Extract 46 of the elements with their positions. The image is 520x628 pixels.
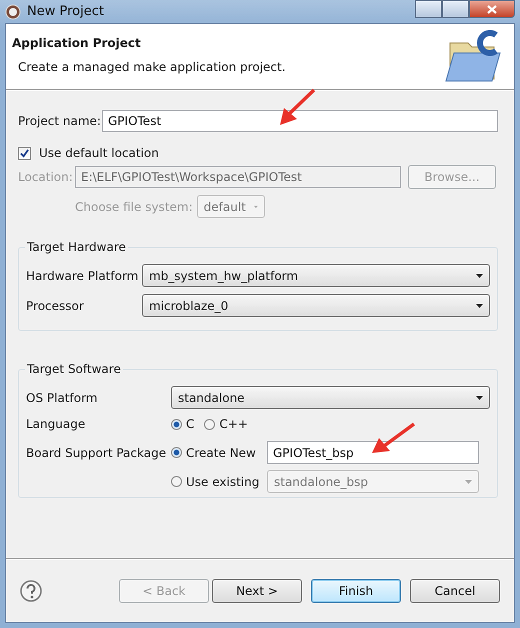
caret-icon bbox=[476, 304, 483, 308]
close-button[interactable] bbox=[469, 0, 515, 18]
checkbox-label[interactable]: Use default location bbox=[39, 146, 159, 160]
caret-icon bbox=[465, 480, 472, 484]
radio-label[interactable]: Create New bbox=[186, 446, 256, 460]
radio-button[interactable] bbox=[171, 447, 182, 458]
field-label: Hardware Platform bbox=[26, 268, 140, 282]
page-description: Create a managed make application project. bbox=[17, 60, 286, 74]
close-icon bbox=[487, 4, 497, 14]
checkbox[interactable] bbox=[18, 146, 31, 160]
field-label: Location: bbox=[18, 170, 74, 184]
dropdown[interactable]: mb_system_hw_platform bbox=[142, 264, 490, 287]
radio-label[interactable]: C bbox=[186, 417, 194, 431]
caret-icon bbox=[476, 274, 483, 278]
dropdown[interactable]: standalone_bsp bbox=[267, 470, 479, 493]
dialog-button[interactable]: Cancel bbox=[410, 579, 500, 603]
arrow-drawing bbox=[280, 88, 316, 125]
dialog-button[interactable]: Finish bbox=[311, 579, 401, 603]
check-icon bbox=[20, 148, 29, 158]
page-title: Application Project bbox=[12, 36, 142, 50]
window-title: New Project bbox=[27, 4, 104, 19]
arrow-drawing bbox=[372, 422, 416, 453]
field-label: OS Platform bbox=[26, 390, 98, 404]
app-logo-icon bbox=[5, 4, 21, 20]
radio-button[interactable] bbox=[204, 418, 216, 430]
radio-label[interactable]: Use existing bbox=[186, 474, 260, 488]
radio-button[interactable] bbox=[171, 476, 182, 487]
radio-button[interactable] bbox=[171, 418, 182, 430]
group-title: Target Hardware bbox=[25, 240, 128, 254]
field-label: Processor bbox=[26, 298, 85, 312]
dropdown[interactable]: standalone bbox=[171, 386, 490, 409]
caret-icon bbox=[476, 396, 483, 400]
input-field[interactable]: GPIOTest_bsp bbox=[267, 441, 479, 464]
field-label: Project name: bbox=[18, 114, 102, 128]
field-label: Choose file system: bbox=[75, 200, 193, 214]
maximize-button[interactable] bbox=[442, 0, 469, 18]
caret-icon bbox=[254, 204, 258, 208]
input-field[interactable]: GPIOTest bbox=[102, 110, 498, 132]
dropdown[interactable]: microblaze_0 bbox=[142, 294, 490, 317]
field-label: Language bbox=[26, 417, 86, 431]
help-icon bbox=[20, 580, 42, 602]
radio-label[interactable]: C++ bbox=[219, 417, 248, 431]
field-label: Board Support Package bbox=[26, 446, 168, 462]
minimize-button[interactable] bbox=[415, 0, 442, 18]
dialog-button[interactable]: Next > bbox=[212, 579, 302, 603]
group-title: Target Software bbox=[25, 362, 123, 376]
